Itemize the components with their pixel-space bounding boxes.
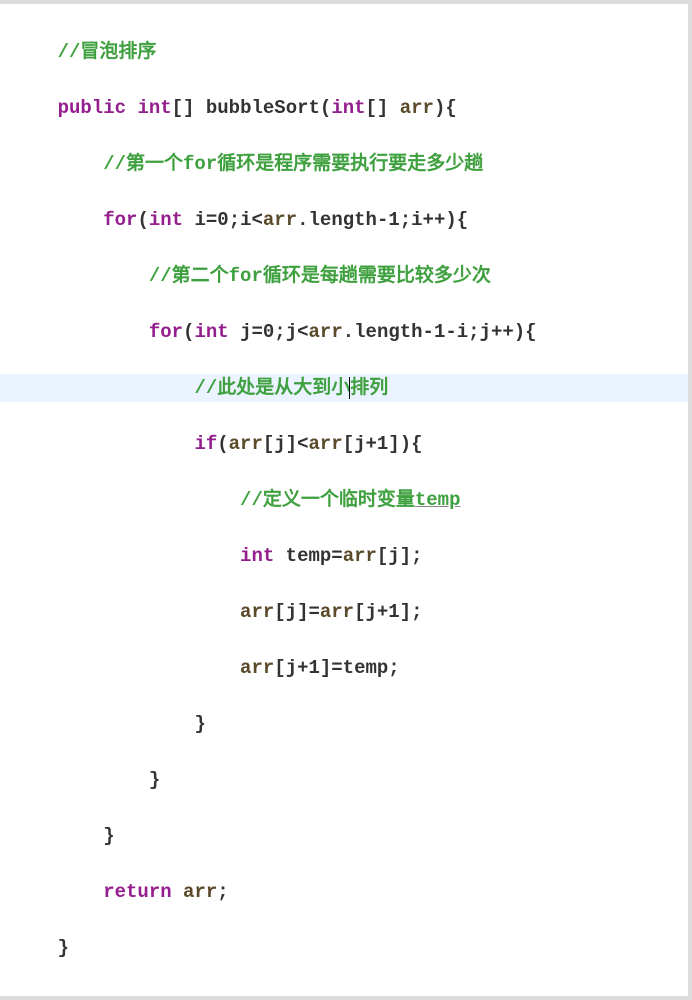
comment-text: for [183,153,217,175]
code-line: //冒泡排序 [0,38,688,66]
comment-text: for [229,265,263,287]
param: arr [229,433,263,455]
code-text: [j]< [263,433,309,455]
comment-text: 排列 [350,377,388,399]
comment: //此处是从大到小排列 [194,377,388,399]
code-line: int temp=arr[j]; [0,542,688,570]
code-text: [] [366,97,400,119]
keyword: public [58,97,126,119]
param: arr [183,881,217,903]
code-line: return arr; [0,878,688,906]
param: arr [308,433,342,455]
code-line: arr[j]=arr[j+1]; [0,598,688,626]
code-editor: //冒泡排序 public int[] bubbleSort(int[] arr… [0,0,692,1000]
code-text: i= [183,209,217,231]
brace: } [194,713,205,735]
code-line: //第一个for循环是程序需要执行要走多少趟 [0,150,688,178]
code-text: .length-1-i;j++){ [343,321,537,343]
code-line: arr[j+1]=temp; [0,654,688,682]
code-line: public int[] bubbleSort(int[] arr){ [0,94,688,122]
code-line: } [0,710,688,738]
param: arr [343,545,377,567]
code-text: [] [172,97,206,119]
code-text: j= [229,321,263,343]
code-text: .length-1;i++){ [297,209,468,231]
code-line: } [0,822,688,850]
keyword: int [194,321,228,343]
code-text [172,881,183,903]
keyword: int [331,97,365,119]
param: arr [309,321,343,343]
param: arr [240,601,274,623]
comment: //冒泡排序 [58,41,157,63]
code-text: ( [137,209,148,231]
code-line: for(int j=0;j<arr.length-1-i;j++){ [0,318,688,346]
code-text: [j+1]=temp; [274,657,399,679]
code-text: ;j< [274,321,308,343]
keyword: if [194,433,217,455]
code-line-highlighted: //此处是从大到小排列 [0,374,688,402]
code-text: ; [217,881,228,903]
code-text: [j+1]){ [343,433,423,455]
keyword: for [103,209,137,231]
code-text: temp= [274,545,342,567]
code-text: [j+1]; [354,601,422,623]
comment-text: //此处是从大到小 [194,377,350,399]
brace: } [103,825,114,847]
code-text: ( [183,321,194,343]
comment-text: //定义一个临时变量 [240,489,415,511]
code-text: ){ [434,97,457,119]
code-text: ;i< [229,209,263,231]
comment-text: //第一个 [103,153,183,175]
comment: //定义一个临时变量temp [240,489,460,511]
number: 0 [263,321,274,343]
code-line: //第二个for循环是每趟需要比较多少次 [0,262,688,290]
code-line: if(arr[j]<arr[j+1]){ [0,430,688,458]
param: arr [263,209,297,231]
keyword: int [149,209,183,231]
keyword: int [137,97,171,119]
code-text: [j]= [274,601,320,623]
code-line: } [0,766,688,794]
comment-text: //第二个 [149,265,229,287]
code-text: [j]; [377,545,423,567]
param: arr [240,657,274,679]
brace: } [58,937,69,959]
comment: //第二个for循环是每趟需要比较多少次 [149,265,491,287]
code-text: ( [320,97,331,119]
comment: //第一个for循环是程序需要执行要走多少趟 [103,153,483,175]
code-line: } [0,934,688,962]
code-line: //定义一个临时变量temp [0,486,688,514]
keyword: int [240,545,274,567]
comment-underlined: temp [415,489,461,511]
param: arr [400,97,434,119]
param: arr [320,601,354,623]
code-text: ( [217,433,228,455]
comment-text: 循环是每趟需要比较多少次 [263,265,491,287]
comment-text: 循环是程序需要执行要走多少趟 [217,153,483,175]
code-line: for(int i=0;i<arr.length-1;i++){ [0,206,688,234]
method-name: bubbleSort [206,97,320,119]
keyword: for [149,321,183,343]
brace: } [149,769,160,791]
keyword: return [103,881,171,903]
number: 0 [217,209,228,231]
